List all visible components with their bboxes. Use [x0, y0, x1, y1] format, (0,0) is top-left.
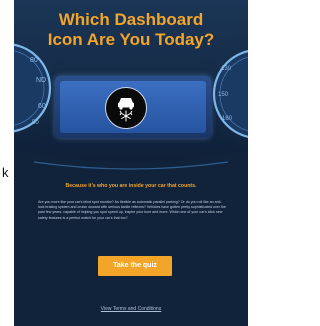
tagline: Because it’s who you are inside your car…: [65, 183, 197, 189]
car-skid-snowflake-icon: [118, 98, 134, 122]
side-fragment-text: k: [2, 165, 9, 180]
left-gauge-number-3: 50: [32, 120, 39, 126]
right-gauge-number-1: 130: [221, 66, 232, 72]
left-gauge-label: ND: [36, 77, 46, 84]
headline-line-2: Icon Are You Today?: [47, 30, 215, 49]
take-quiz-button[interactable]: Take the quiz: [98, 256, 172, 276]
right-gauge-number-2: 150: [218, 92, 229, 98]
quiz-headline: Which Dashboard Icon Are You Today?: [14, 10, 248, 50]
traction-control-snow-icon: [105, 87, 147, 129]
terms-link[interactable]: View Terms and Conditions: [14, 306, 248, 312]
quiz-description: Are you more like your car's blind spot …: [38, 200, 226, 220]
left-gauge-number-2: 60: [38, 103, 46, 110]
left-gauge-number-1: 80: [30, 57, 38, 64]
page: k 80 ND 60 50 130 150 160 Which Dashboar…: [0, 0, 259, 326]
headline-line-1: Which Dashboard: [58, 10, 204, 29]
right-gauge-number-3: 160: [222, 116, 233, 122]
quiz-card: 80 ND 60 50 130 150 160 Which Dashboard …: [14, 0, 248, 326]
